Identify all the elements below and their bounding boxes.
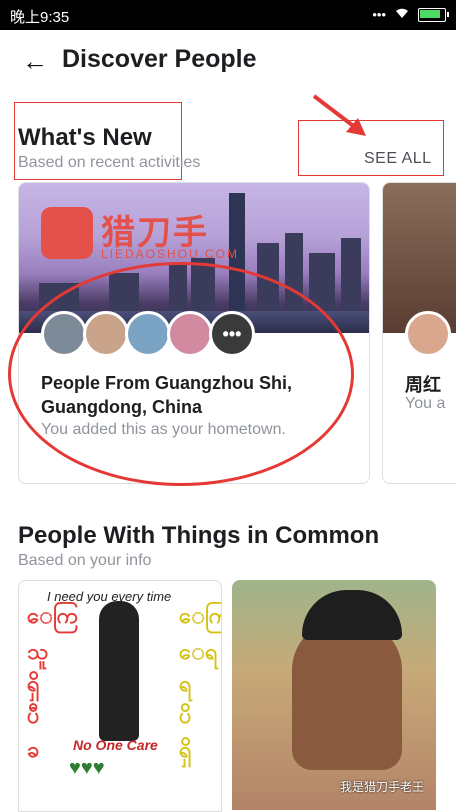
back-arrow-icon[interactable]: ← <box>22 46 48 77</box>
section-title-whats-new: What's New <box>18 124 152 151</box>
see-all-button[interactable]: SEE ALL <box>364 150 432 168</box>
watermark-logo-subtext: LIEDAOSHOU.COM <box>101 247 240 261</box>
cap-icon <box>302 590 402 640</box>
silhouette-figure <box>99 601 139 741</box>
section-subtitle-whats-new: Based on recent activities <box>18 154 201 171</box>
suggestion-card-2[interactable]: 周红 You a <box>382 182 456 484</box>
decorative-text: ေကြ <box>179 603 221 628</box>
status-bar: 晚上9:35 ••• <box>0 0 456 30</box>
decorative-text: ခ <box>27 737 40 762</box>
watermark-logo-icon <box>41 207 93 259</box>
decorative-text: ေရ <box>179 639 218 664</box>
hearts-decoration: ♥♥♥ <box>69 757 105 779</box>
card-badge: No One Care <box>73 737 158 753</box>
decorative-text: ပီ <box>27 703 40 728</box>
card-cover-image <box>383 183 456 333</box>
section-title-common: People With Things in Common <box>18 522 380 549</box>
decorative-text: ပိ <box>179 703 192 728</box>
status-icons: ••• <box>372 7 449 22</box>
page-title: Discover People <box>62 45 257 73</box>
card-subtitle: You a <box>405 395 446 412</box>
person-photo <box>292 620 402 770</box>
decorative-text: ရှိ <box>27 671 40 696</box>
decorative-text: သူ <box>27 639 49 664</box>
app-bar: ← Discover People <box>0 30 456 88</box>
red-circle-annotation <box>8 262 354 486</box>
person-card-2[interactable] <box>232 580 436 810</box>
status-time: 晚上9:35 <box>10 9 70 26</box>
decorative-text: ရ <box>179 671 192 696</box>
decorative-text: ရှိ <box>179 737 192 762</box>
person-card-1[interactable]: I need you every time ေကြ သူ ရှိ ပီ ခ ေက… <box>18 580 222 812</box>
decorative-text: ေကြ <box>27 603 79 628</box>
watermark-text: 我是猎刀手老王 <box>340 780 425 794</box>
card-title: 周红 <box>405 375 441 395</box>
section-subtitle-common: Based on your info <box>18 552 152 569</box>
signal-icon: ••• <box>372 7 386 22</box>
battery-icon <box>418 7 449 22</box>
wifi-icon <box>394 7 410 22</box>
avatar <box>405 311 451 357</box>
